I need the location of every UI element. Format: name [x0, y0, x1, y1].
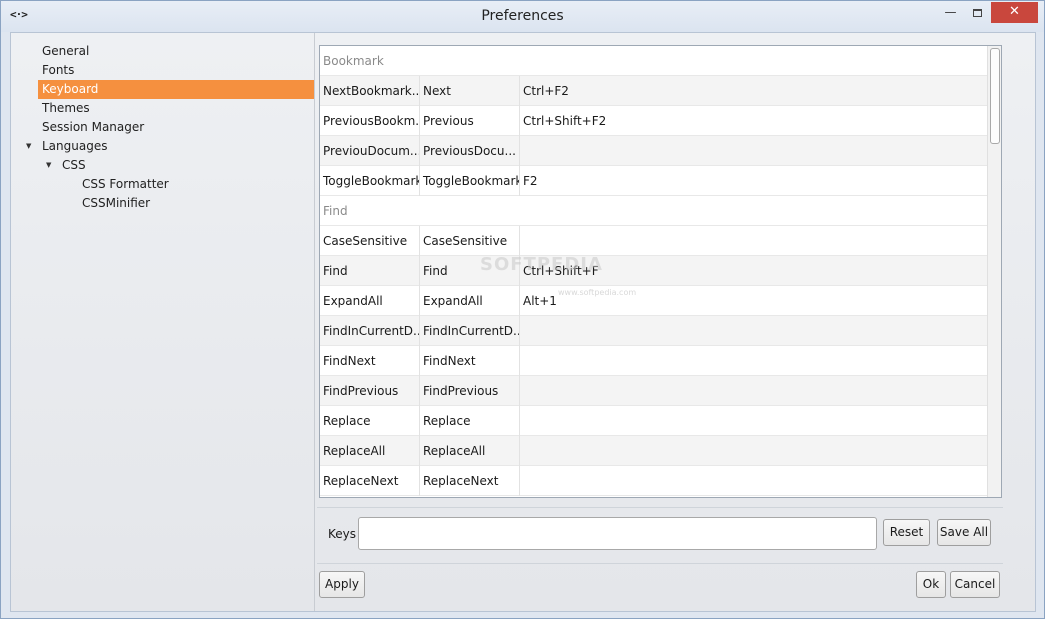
maximize-button[interactable] [964, 2, 991, 23]
table-row[interactable]: Find Find Ctrl+Shift+F [320, 256, 987, 286]
expand-arrow-icon[interactable]: ▼ [46, 156, 51, 175]
command-title-cell[interactable]: FindPrevious [420, 376, 520, 406]
command-title-cell[interactable]: FindNext [420, 346, 520, 376]
table-row[interactable]: FindInCurrentD... FindInCurrentD... [320, 316, 987, 346]
table-row[interactable]: FindPrevious FindPrevious [320, 376, 987, 406]
tree-item-themes[interactable]: Themes [42, 99, 90, 118]
window-title: Preferences [481, 8, 564, 24]
shortcut-cell[interactable] [520, 466, 987, 496]
table-row[interactable]: FindNext FindNext [320, 346, 987, 376]
table-row[interactable]: ReplaceNext ReplaceNext [320, 466, 987, 496]
table-row[interactable]: Replace Replace [320, 406, 987, 436]
table-group-header: Bookmark [320, 46, 987, 76]
watermark-url: www.softpedia.com [558, 288, 637, 297]
table-row[interactable]: ReplaceAll ReplaceAll [320, 436, 987, 466]
shortcut-cell[interactable] [520, 136, 987, 166]
shortcut-cell[interactable]: Ctrl+F2 [520, 76, 987, 106]
table-row[interactable]: ExpandAll ExpandAll Alt+1 [320, 286, 987, 316]
shortcut-cell[interactable] [520, 436, 987, 466]
watermark: SOFTPEDIA [480, 254, 603, 275]
command-name-cell[interactable]: PreviousBookm... [320, 106, 420, 136]
shortcut-cell[interactable] [520, 226, 987, 256]
tree-item-keyboard[interactable]: Keyboard [38, 80, 314, 99]
command-title-cell[interactable]: ReplaceAll [420, 436, 520, 466]
save-all-button[interactable]: Save All [937, 519, 991, 546]
command-name-cell[interactable]: FindPrevious [320, 376, 420, 406]
command-name-cell[interactable]: CaseSensitive [320, 226, 420, 256]
keys-input[interactable] [358, 517, 877, 550]
command-name-cell[interactable]: ToggleBookmark [320, 166, 420, 196]
preferences-tree[interactable]: General Fonts Keyboard Themes Session Ma… [11, 33, 316, 611]
command-name-cell[interactable]: FindInCurrentD... [320, 316, 420, 346]
command-name-cell[interactable]: FindNext [320, 346, 420, 376]
tree-item-css-formatter[interactable]: CSS Formatter [82, 175, 169, 194]
command-title-cell[interactable]: ExpandAll [420, 286, 520, 316]
vertical-scrollbar[interactable] [987, 46, 1001, 497]
shortcut-cell[interactable] [520, 316, 987, 346]
command-title-cell[interactable]: FindInCurrentD... [420, 316, 520, 346]
preferences-window: <·> Preferences — ✕ General Fonts Keyboa… [0, 0, 1045, 619]
apply-button[interactable]: Apply [319, 571, 365, 598]
shortcut-cell[interactable] [520, 346, 987, 376]
client-area: General Fonts Keyboard Themes Session Ma… [10, 32, 1036, 612]
title-bar[interactable]: <·> Preferences — ✕ [1, 1, 1044, 32]
cancel-button[interactable]: Cancel [950, 571, 1000, 598]
splitter[interactable] [314, 33, 315, 611]
table-row[interactable]: CaseSensitive CaseSensitive [320, 226, 987, 256]
reset-button[interactable]: Reset [883, 519, 930, 546]
command-title-cell[interactable]: Replace [420, 406, 520, 436]
close-button[interactable]: ✕ [991, 2, 1038, 23]
group-label: Bookmark [323, 54, 384, 68]
tree-item-session-manager[interactable]: Session Manager [42, 118, 144, 137]
divider [317, 507, 1003, 508]
keys-label: Keys [328, 527, 357, 541]
table-row[interactable]: PreviouDocum... PreviousDocu... [320, 136, 987, 166]
tree-item-fonts[interactable]: Fonts [42, 61, 74, 80]
ok-button[interactable]: Ok [916, 571, 946, 598]
shortcut-cell[interactable]: F2 [520, 166, 987, 196]
tree-item-cssminifier[interactable]: CSSMinifier [82, 194, 150, 213]
minimize-button[interactable]: — [937, 2, 964, 23]
command-name-cell[interactable]: ExpandAll [320, 286, 420, 316]
table-group-header: Find [320, 196, 987, 226]
group-label: Find [323, 204, 348, 218]
shortcut-cell[interactable]: Ctrl+Shift+F2 [520, 106, 987, 136]
command-name-cell[interactable]: NextBookmark... [320, 76, 420, 106]
tree-item-css[interactable]: CSS [62, 156, 86, 175]
shortcut-cell[interactable] [520, 406, 987, 436]
command-title-cell[interactable]: ReplaceNext [420, 466, 520, 496]
command-title-cell[interactable]: CaseSensitive [420, 226, 520, 256]
command-name-cell[interactable]: PreviouDocum... [320, 136, 420, 166]
shortcut-cell[interactable] [520, 376, 987, 406]
table-row[interactable]: PreviousBookm... Previous Ctrl+Shift+F2 [320, 106, 987, 136]
keyboard-shortcuts-table[interactable]: Bookmark NextBookmark... Next Ctrl+F2 Previo… [319, 45, 1002, 498]
command-name-cell[interactable]: Replace [320, 406, 420, 436]
expand-arrow-icon[interactable]: ▼ [26, 137, 31, 156]
table-row[interactable]: NextBookmark... Next Ctrl+F2 [320, 76, 987, 106]
scrollbar-thumb[interactable] [990, 48, 1000, 144]
maximize-icon [973, 8, 982, 17]
tree-item-languages[interactable]: Languages [42, 137, 107, 156]
command-title-cell[interactable]: ToggleBookmark [420, 166, 520, 196]
divider [317, 563, 1003, 564]
command-title-cell[interactable]: Next [420, 76, 520, 106]
command-title-cell[interactable]: PreviousDocu... [420, 136, 520, 166]
command-name-cell[interactable]: ReplaceAll [320, 436, 420, 466]
tree-item-general[interactable]: General [42, 42, 89, 61]
command-name-cell[interactable]: Find [320, 256, 420, 286]
command-title-cell[interactable]: Previous [420, 106, 520, 136]
command-name-cell[interactable]: ReplaceNext [320, 466, 420, 496]
table-row[interactable]: ToggleBookmark ToggleBookmark F2 [320, 166, 987, 196]
